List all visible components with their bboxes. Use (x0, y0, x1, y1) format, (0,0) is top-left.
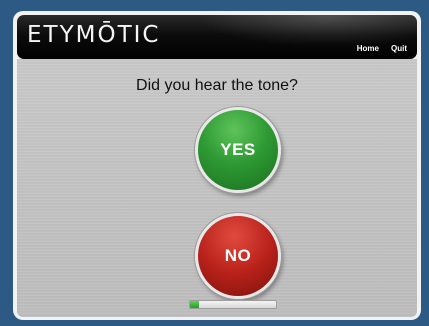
etymotic-logo: ETYMŌTIC (27, 22, 161, 48)
quit-link[interactable]: Quit (391, 44, 407, 53)
header-nav: Home Quit (357, 44, 407, 53)
progress-bar (189, 300, 277, 309)
yes-button[interactable]: YES (195, 107, 281, 193)
app-window: ETYMŌTIC Home Quit Did you hear the tone… (13, 11, 421, 320)
home-link[interactable]: Home (357, 44, 379, 53)
test-panel: Did you hear the tone? YES NO (17, 59, 417, 317)
progress-bar-fill (190, 301, 199, 308)
question-prompt: Did you hear the tone? (136, 77, 298, 94)
no-button[interactable]: NO (195, 213, 281, 299)
app-header: ETYMŌTIC Home Quit (17, 15, 417, 59)
